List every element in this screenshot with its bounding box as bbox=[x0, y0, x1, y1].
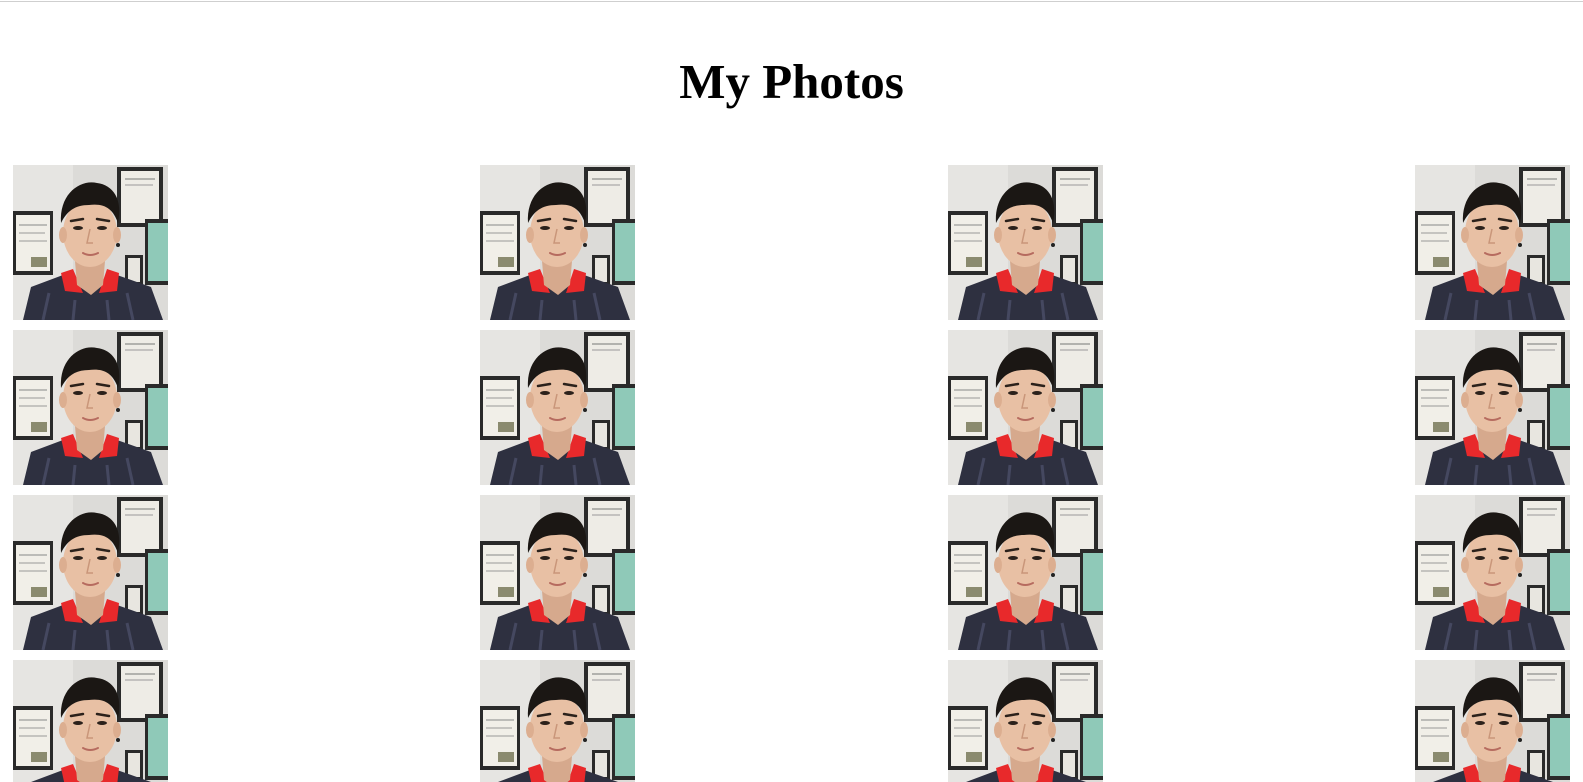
gallery-photo-9[interactable] bbox=[13, 495, 168, 650]
gallery-photo-4[interactable] bbox=[1414, 165, 1570, 320]
portrait-image bbox=[1414, 165, 1570, 320]
top-divider bbox=[0, 1, 1583, 2]
portrait-image bbox=[13, 495, 168, 650]
portrait-image bbox=[13, 165, 168, 320]
portrait-image bbox=[13, 330, 168, 485]
gallery-photo-2[interactable] bbox=[480, 165, 636, 320]
portrait-image bbox=[1414, 495, 1570, 650]
gallery-photo-13[interactable] bbox=[13, 660, 168, 782]
gallery-photo-8[interactable] bbox=[1414, 330, 1570, 485]
portrait-image bbox=[13, 660, 168, 782]
gallery-photo-5[interactable] bbox=[13, 330, 168, 485]
gallery-photo-11[interactable] bbox=[947, 495, 1103, 650]
gallery-photo-15[interactable] bbox=[947, 660, 1103, 782]
gallery-photo-3[interactable] bbox=[947, 165, 1103, 320]
gallery-photo-12[interactable] bbox=[1414, 495, 1570, 650]
portrait-image bbox=[947, 165, 1103, 320]
gallery-photo-16[interactable] bbox=[1414, 660, 1570, 782]
gallery-photo-1[interactable] bbox=[13, 165, 168, 320]
portrait-image bbox=[1414, 330, 1570, 485]
gallery-photo-14[interactable] bbox=[480, 660, 636, 782]
portrait-image bbox=[480, 165, 636, 320]
gallery-photo-7[interactable] bbox=[947, 330, 1103, 485]
portrait-image bbox=[947, 660, 1103, 782]
portrait-image bbox=[1414, 660, 1570, 782]
portrait-image bbox=[480, 330, 636, 485]
portrait-image bbox=[480, 495, 636, 650]
photo-gallery bbox=[13, 165, 1570, 782]
portrait-image bbox=[947, 330, 1103, 485]
portrait-image bbox=[947, 495, 1103, 650]
portrait-image bbox=[480, 660, 636, 782]
gallery-photo-10[interactable] bbox=[480, 495, 636, 650]
gallery-photo-6[interactable] bbox=[480, 330, 636, 485]
page-title: My Photos bbox=[679, 54, 904, 109]
